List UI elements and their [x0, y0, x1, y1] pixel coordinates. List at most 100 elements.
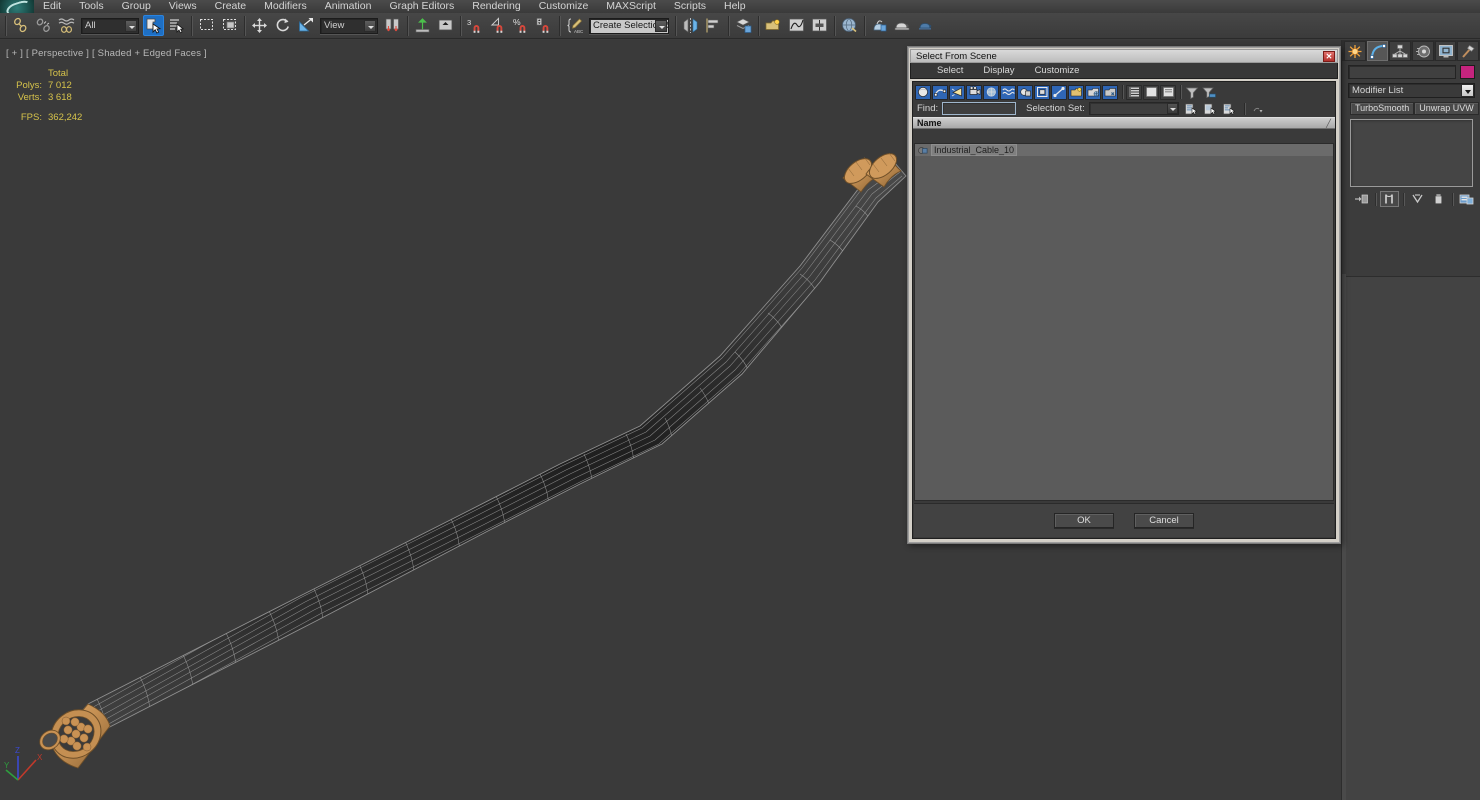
utilities-tab[interactable] [1457, 41, 1480, 61]
window-crossing-button[interactable] [219, 15, 240, 36]
select-object-button[interactable] [143, 15, 164, 36]
select-dependents-button[interactable] [1221, 101, 1237, 116]
object-name-input[interactable] [1348, 65, 1456, 79]
chevron-down-icon[interactable] [655, 19, 667, 32]
expand-selected-button[interactable] [1160, 84, 1176, 100]
configure-modifier-sets-button[interactable] [1457, 191, 1476, 207]
rendered-frame-window-button[interactable] [892, 15, 913, 36]
reference-coordinate-system-combo[interactable]: View [320, 17, 378, 34]
display-bones-button[interactable] [1051, 84, 1067, 100]
display-hidden-button[interactable] [1102, 84, 1118, 100]
pin-stack-button[interactable] [1352, 191, 1371, 207]
object-color-swatch[interactable] [1460, 65, 1475, 79]
spinner-snap-toggle-button[interactable] [534, 15, 555, 36]
menu-item-create[interactable]: Create [206, 0, 256, 13]
close-icon[interactable]: ✕ [1323, 51, 1335, 62]
chevron-down-icon[interactable] [364, 19, 376, 32]
menu-item-maxscript[interactable]: MAXScript [597, 0, 665, 13]
remove-modifier-button[interactable] [1429, 191, 1448, 207]
menu-item-rendering[interactable]: Rendering [463, 0, 529, 13]
cancel-button[interactable]: Cancel [1134, 513, 1194, 528]
select-children-button[interactable] [1183, 101, 1199, 116]
display-frozen-button[interactable] [1085, 84, 1101, 100]
selection-filter-combo[interactable]: All [81, 17, 139, 34]
sort-indicator-icon[interactable]: ╱ [1326, 119, 1331, 128]
advanced-filter-button[interactable] [1201, 85, 1217, 100]
list-item[interactable]: Industrial_Cable_10 [915, 144, 1333, 156]
dialog-title-bar[interactable]: Select From Scene ✕ [910, 49, 1338, 63]
display-containers-button[interactable] [1068, 84, 1084, 100]
menu-item-help[interactable]: Help [715, 0, 755, 13]
select-and-manipulate-button[interactable] [412, 15, 433, 36]
menu-item-customize[interactable]: Customize [530, 0, 598, 13]
display-xrefs-button[interactable] [1034, 84, 1050, 100]
display-tab[interactable] [1434, 41, 1457, 61]
toggle-scene-explorer-button[interactable] [763, 15, 784, 36]
chevron-down-icon[interactable] [1166, 103, 1178, 114]
menu-item-graph-editors[interactable]: Graph Editors [380, 0, 463, 13]
create-tab[interactable] [1344, 41, 1366, 61]
schematic-view-button[interactable] [809, 15, 830, 36]
angle-snap-toggle-button[interactable] [488, 15, 509, 36]
list-column-header[interactable]: Name ╱ [913, 117, 1335, 129]
unwrap-uvw-button[interactable]: Unwrap UVW [1414, 102, 1479, 115]
expand-all-button[interactable] [1126, 84, 1142, 100]
percent-snap-toggle-button[interactable]: % [511, 15, 532, 36]
select-and-scale-button[interactable] [295, 15, 316, 36]
select-and-move-button[interactable] [249, 15, 270, 36]
list-item-label[interactable]: Industrial_Cable_10 [931, 144, 1018, 156]
display-geometry-button[interactable] [915, 84, 931, 100]
menu-item-modifiers[interactable]: Modifiers [255, 0, 316, 13]
chevron-down-icon[interactable] [1461, 84, 1474, 97]
layer-manager-button[interactable] [733, 15, 754, 36]
make-unique-button[interactable] [1408, 191, 1427, 207]
mirror-button[interactable] [680, 15, 701, 36]
hierarchy-tab[interactable] [1389, 41, 1412, 61]
display-cameras-button[interactable] [966, 84, 982, 100]
render-setup-button[interactable] [869, 15, 890, 36]
dialog-menu-select[interactable]: Select [927, 64, 973, 78]
material-editor-button[interactable] [839, 15, 860, 36]
modify-tab[interactable] [1366, 41, 1389, 61]
menu-item-edit[interactable]: Edit [34, 0, 70, 13]
select-and-rotate-button[interactable] [272, 15, 293, 36]
show-end-result-button[interactable] [1380, 191, 1399, 207]
motion-tab[interactable] [1412, 41, 1434, 61]
keyboard-shortcut-override-button[interactable] [435, 15, 456, 36]
display-helpers-button[interactable] [983, 84, 999, 100]
app-logo-icon[interactable] [0, 0, 34, 13]
display-shapes-button[interactable] [932, 84, 948, 100]
menu-item-scripts[interactable]: Scripts [665, 0, 715, 13]
use-pivot-point-center-button[interactable] [382, 15, 403, 36]
menu-item-animation[interactable]: Animation [316, 0, 381, 13]
align-button[interactable] [703, 15, 724, 36]
scene-object-list[interactable]: Industrial_Cable_10 [914, 143, 1334, 501]
filter-button[interactable] [1184, 85, 1200, 100]
modifier-stack-list[interactable] [1350, 119, 1473, 187]
rectangular-selection-region-button[interactable] [196, 15, 217, 36]
snaps-toggle-button[interactable]: 3 [465, 15, 486, 36]
turbosmooth-button[interactable]: TurboSmooth [1350, 102, 1415, 115]
menu-item-tools[interactable]: Tools [70, 0, 113, 13]
display-space-warps-button[interactable] [1000, 84, 1016, 100]
select-by-name-button[interactable] [166, 15, 187, 36]
display-groups-button[interactable] [1017, 84, 1033, 100]
menu-item-views[interactable]: Views [160, 0, 206, 13]
render-production-button[interactable] [915, 15, 936, 36]
dialog-menu-display[interactable]: Display [973, 64, 1024, 78]
curve-editor-button[interactable] [786, 15, 807, 36]
display-lights-button[interactable] [949, 84, 965, 100]
find-input[interactable] [942, 102, 1017, 115]
menu-item-group[interactable]: Group [113, 0, 160, 13]
selection-set-combo[interactable] [1088, 102, 1179, 115]
collapse-all-button[interactable] [1143, 84, 1159, 100]
command-panel-scrollbar[interactable] [1341, 274, 1346, 800]
bind-to-space-warp-button[interactable] [56, 15, 77, 36]
ok-button[interactable]: OK [1054, 513, 1114, 528]
edit-named-selection-sets-button[interactable]: ABC [564, 15, 585, 36]
unlink-selection-button[interactable] [33, 15, 54, 36]
select-link-button[interactable] [10, 15, 31, 36]
dialog-menu-customize[interactable]: Customize [1025, 64, 1090, 78]
selection-set-menu-button[interactable] [1251, 101, 1267, 116]
chevron-down-icon[interactable] [125, 19, 137, 32]
